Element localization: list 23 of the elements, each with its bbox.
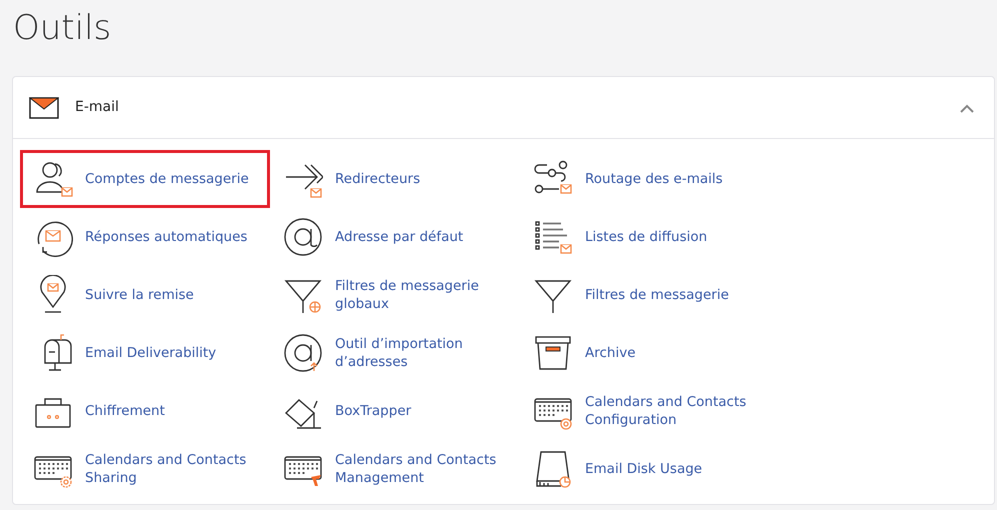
tool-link[interactable]: Filtres de messagerie globaux bbox=[270, 266, 520, 324]
tool-link[interactable]: Archive bbox=[520, 324, 770, 382]
tool-link[interactable]: Filtres de messagerie bbox=[520, 266, 770, 324]
tool-link[interactable]: Routage des e-mails bbox=[520, 150, 770, 208]
tool-link[interactable]: Comptes de messagerie bbox=[20, 150, 270, 208]
chevron-up-icon bbox=[960, 104, 974, 113]
tool-link[interactable]: Outil d’importation d’adresses bbox=[270, 324, 520, 382]
tool-link[interactable]: Calendars and Contacts Configuration bbox=[520, 382, 770, 440]
tool-link[interactable]: Email Disk Usage bbox=[520, 440, 770, 498]
tool-link[interactable]: Suivre la remise bbox=[20, 266, 270, 324]
at-sign-icon bbox=[283, 217, 323, 257]
page-title: Outils bbox=[13, 7, 112, 50]
tool-link[interactable]: Listes de diffusion bbox=[520, 208, 770, 266]
tool-link[interactable]: Adresse par défaut bbox=[270, 208, 520, 266]
tool-link[interactable]: Réponses automatiques bbox=[20, 208, 270, 266]
tool-link[interactable]: Calendars and Contacts Sharing bbox=[20, 440, 270, 498]
tool-link[interactable]: Chiffrement bbox=[20, 382, 270, 440]
tool-link[interactable]: Redirecteurs bbox=[270, 150, 520, 208]
tool-link[interactable]: Email Deliverability bbox=[20, 324, 270, 382]
envelope-icon bbox=[29, 96, 59, 118]
tool-link[interactable]: BoxTrapper bbox=[270, 382, 520, 440]
section-title: E-mail bbox=[75, 98, 119, 117]
tool-link[interactable]: Calendars and Contacts Management bbox=[270, 440, 520, 498]
